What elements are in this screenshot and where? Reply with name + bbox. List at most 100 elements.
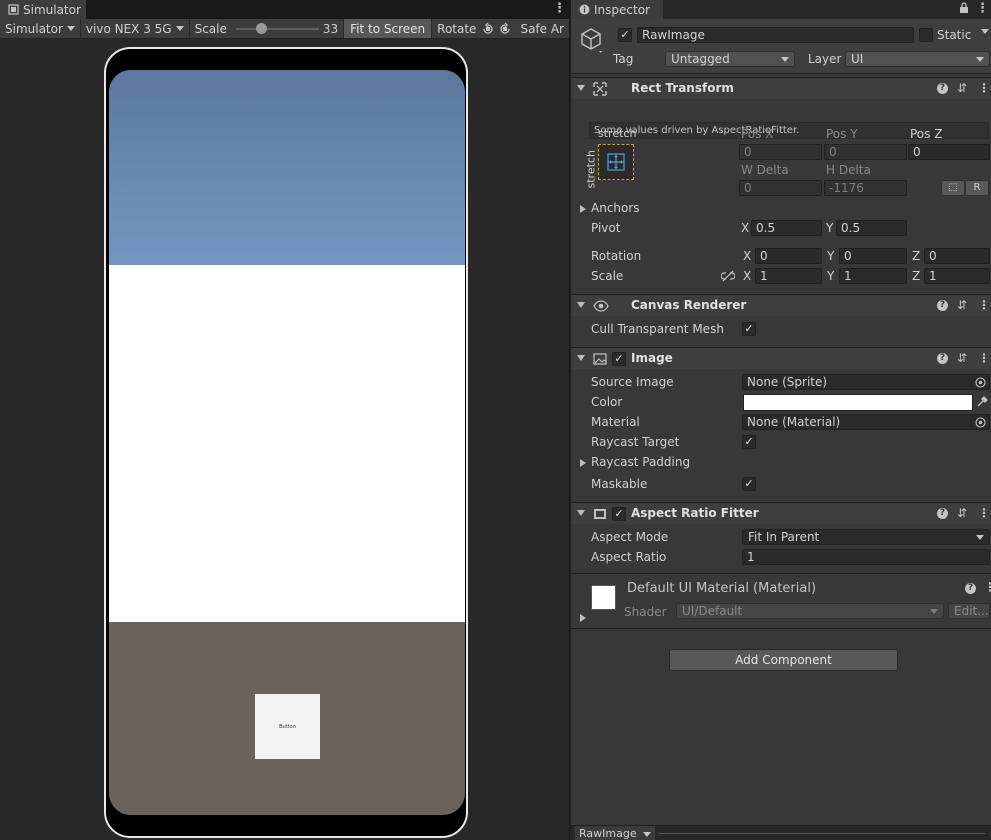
lock-icon[interactable] [959,2,969,17]
pivot-x-axis: X [741,221,750,235]
chevron-down-icon [976,535,984,540]
layer-dropdown[interactable]: UI [845,51,990,67]
preview-dropdown[interactable]: RawImage [575,826,656,840]
static-checkbox[interactable] [919,28,933,42]
raycast-padding-foldout-icon[interactable] [580,459,586,467]
aspect-ratio-field[interactable]: 1 [742,549,990,565]
preview-splitter[interactable] [659,833,985,834]
presets-icon[interactable]: ⇵ [957,351,967,365]
image-header[interactable]: ✓ Image ? ⇵ ⋮ [571,347,991,369]
fold-arrow-icon[interactable] [577,85,585,91]
device-screen[interactable]: Button [109,70,465,815]
rotate-right-icon[interactable] [498,22,512,36]
presets-icon[interactable]: ⇵ [957,81,967,95]
blueprint-mode-button[interactable]: ⬚ [941,180,965,196]
scale-slider[interactable] [235,19,319,38]
pivot-x-field[interactable]: 0.5 [751,220,822,236]
fold-arrow-icon[interactable] [577,510,585,516]
help-icon[interactable]: ? [965,583,976,594]
material-foldout-icon[interactable] [580,614,586,622]
pos-y-label: Pos Y [826,127,858,141]
raycast-padding-label[interactable]: Raycast Padding [591,455,690,469]
raycast-target-checkbox[interactable]: ✓ [742,435,756,449]
simulator-tab[interactable]: Simulator [0,0,86,19]
w-delta-label: W Delta [741,163,789,177]
shader-value: UI/Default [682,604,743,618]
maskable-checkbox[interactable]: ✓ [742,477,756,491]
cull-transparent-mesh-checkbox[interactable]: ✓ [742,322,756,336]
anchors-foldout-icon[interactable] [580,205,586,213]
pos-z-label: Pos Z [910,127,943,141]
pos-z-field[interactable]: 0 [908,144,990,160]
object-name-field[interactable]: RawImage [637,27,914,43]
aspect-mode-label: Aspect Mode [591,530,669,544]
add-component-button[interactable]: Add Component [669,649,898,671]
help-icon[interactable]: ? [937,508,948,519]
material-field[interactable]: None (Material) [742,414,990,430]
material-label: Material [591,415,640,429]
eyedropper-icon[interactable] [976,395,989,411]
scale-label: Scale [591,269,624,283]
inspector-tab[interactable]: Inspector [571,0,663,19]
chevron-down-icon [175,26,184,31]
tag-dropdown[interactable]: Untagged [665,51,795,67]
inspector-body: ✓ RawImage Static Tag Untagged Layer UI … [571,19,991,840]
inspector-tab-label: Inspector [594,2,650,17]
anchor-presets-button[interactable] [598,144,634,180]
safe-area-label[interactable]: Safe Ar [515,22,569,36]
fold-arrow-icon[interactable] [577,355,585,361]
presets-icon[interactable]: ⇵ [957,506,967,520]
material-menu-icon[interactable]: ⋮ [984,580,991,594]
fit-to-screen-button[interactable]: Fit to Screen [343,19,433,38]
anchor-stretch-icon [606,152,626,175]
ui-button[interactable]: Button [255,694,320,759]
help-icon[interactable]: ? [937,300,948,311]
rotation-z-field[interactable]: 0 [924,248,990,264]
presets-icon[interactable]: ⇵ [957,298,967,312]
aspect-mode-dropdown[interactable]: Fit In Parent [742,529,990,545]
rect-transform-header[interactable]: Rect Transform ? ⇵ ⋮ [571,77,991,99]
inspector-menu-icon[interactable]: ⋮ [976,2,989,16]
rotate-left-icon[interactable] [481,22,495,36]
fit-to-screen-label: Fit to Screen [350,21,426,36]
help-icon[interactable]: ? [937,353,948,364]
object-picker-icon[interactable] [975,377,986,389]
device-dropdown[interactable]: vivo NEX 3 5G [81,19,190,38]
image-enabled-checkbox[interactable]: ✓ [612,352,626,366]
pivot-y-field[interactable]: 0.5 [836,220,907,236]
canvas-renderer-header[interactable]: Canvas Renderer ? ⇵ ⋮ [571,294,991,316]
component-menu-icon[interactable]: ⋮ [978,351,990,365]
static-dropdown-icon[interactable] [981,29,989,34]
scale-x-field[interactable]: 1 [755,268,822,284]
fold-arrow-icon[interactable] [577,302,585,308]
mode-dropdown-label: Simulator [5,21,63,36]
simulator-tab-label: Simulator [23,2,81,17]
scale-y-field[interactable]: 1 [839,268,907,284]
active-checkbox[interactable]: ✓ [618,28,632,42]
constrain-proportions-icon[interactable] [720,270,736,285]
aspect-ratio-fitter-enabled-checkbox[interactable]: ✓ [612,507,626,521]
color-swatch[interactable] [743,394,973,411]
rotation-y-field[interactable]: 0 [839,248,907,264]
shader-edit-button[interactable]: Edit... [948,603,990,619]
scale-slider-thumb[interactable] [255,22,267,34]
ui-button-label: Button [279,723,296,730]
pos-y-field: 0 [824,144,907,160]
h-delta-field: -1176 [824,180,907,196]
anchor-preset-side-label: stretch [584,150,598,189]
help-icon[interactable]: ? [937,83,948,94]
simulator-menu-icon[interactable]: ⋮ [553,2,566,16]
aspect-ratio-fitter-header[interactable]: ✓ Aspect Ratio Fitter ? ⇵ ⋮ [571,502,991,524]
anchors-label[interactable]: Anchors [591,201,640,215]
scale-z-field[interactable]: 1 [924,268,990,284]
component-menu-icon[interactable]: ⋮ [978,81,990,95]
mode-dropdown[interactable]: Simulator [0,19,81,38]
raw-edit-button[interactable]: R [965,180,989,196]
chevron-down-icon [66,26,75,31]
source-image-field[interactable]: None (Sprite) [742,374,990,390]
component-menu-icon[interactable]: ⋮ [978,506,990,520]
rotation-x-field[interactable]: 0 [755,248,822,264]
component-menu-icon[interactable]: ⋮ [978,298,990,312]
object-picker-icon[interactable] [975,417,986,429]
scale-value: 33 [322,21,339,36]
